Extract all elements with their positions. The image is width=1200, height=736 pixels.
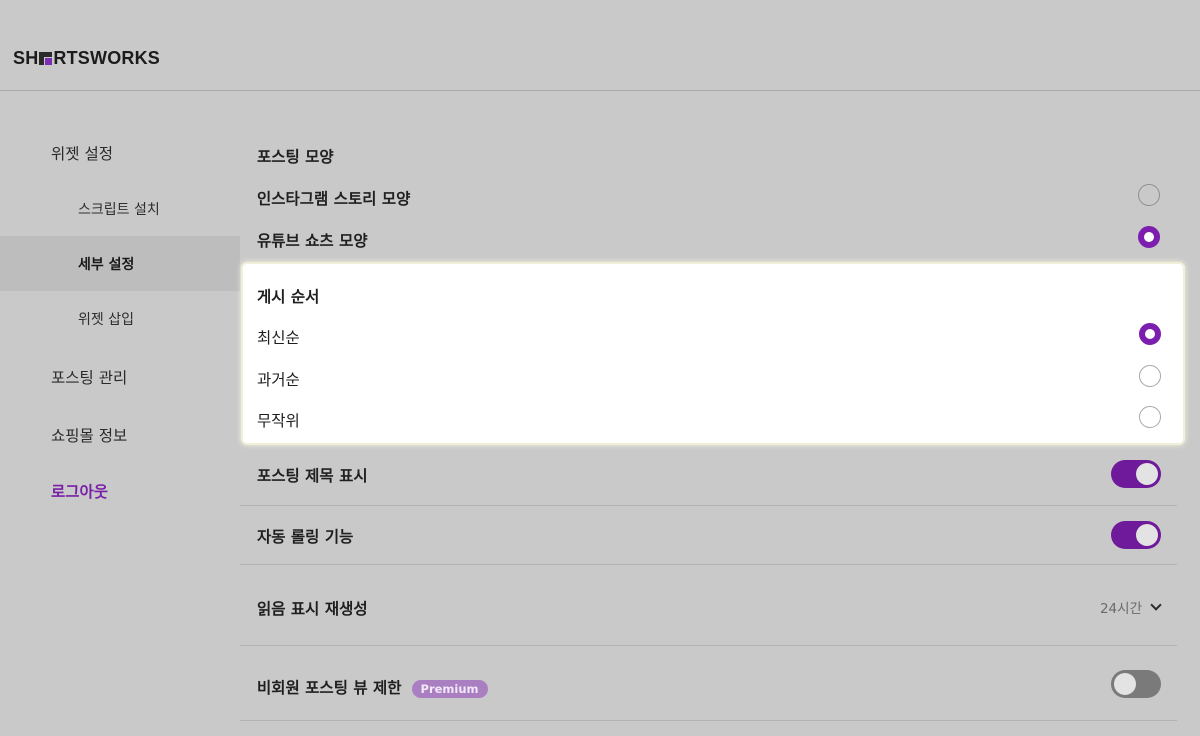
sidebar-item-script-install[interactable]: 스크립트 설치 <box>0 188 240 228</box>
read-regen-dropdown[interactable]: 24시간 <box>1099 597 1162 617</box>
sidebar: 위젯 설정 스크립트 설치 세부 설정 위젯 삽입 포스팅 관리 쇼핑몰 정보 … <box>0 92 240 736</box>
post-order-card: 게시 순서 최신순 과거순 무작위 <box>241 262 1185 445</box>
logo-mark-icon <box>39 52 53 65</box>
sidebar-item-label: 위젯 삽입 <box>78 312 134 328</box>
premium-badge: Premium <box>411 679 488 698</box>
divider <box>240 564 1177 565</box>
divider <box>240 720 1177 721</box>
option-label-newest[interactable]: 최신순 <box>257 326 300 348</box>
label-guest-view-limit: 비회원 포스팅 뷰 제한 Premium <box>257 676 488 698</box>
sidebar-item-widget-settings[interactable]: 위젯 설정 <box>0 130 240 174</box>
sidebar-item-label: 위젯 설정 <box>51 145 113 163</box>
chevron-down-icon <box>1150 599 1162 611</box>
sidebar-item-posting-manage[interactable]: 포스팅 관리 <box>0 354 240 398</box>
divider <box>240 645 1177 646</box>
sidebar-item-logout[interactable]: 로그아웃 <box>0 468 240 512</box>
shortsworks-logo[interactable]: SH RTSWORKS <box>13 48 160 69</box>
logo-text-suffix: RTSWORKS <box>53 48 161 68</box>
toggle-show-posting-title[interactable] <box>1111 460 1161 488</box>
logo-text-prefix: SH <box>13 48 39 68</box>
label-auto-rolling: 자동 롤링 기능 <box>257 528 354 546</box>
option-label-random[interactable]: 무작위 <box>257 409 300 431</box>
radio-youtube-shorts[interactable] <box>1138 226 1160 248</box>
radio-instagram-story[interactable] <box>1138 184 1160 206</box>
label-read-regen: 읽음 표시 재생성 <box>257 600 368 618</box>
sidebar-item-label: 쇼핑몰 정보 <box>51 427 128 445</box>
sidebar-item-shop-info[interactable]: 쇼핑몰 정보 <box>0 412 240 456</box>
toggle-auto-rolling[interactable] <box>1111 521 1161 549</box>
toggle-knob <box>1136 524 1158 546</box>
read-regen-value: 24시간 <box>1099 601 1142 617</box>
sidebar-item-label: 세부 설정 <box>78 257 135 273</box>
section-title-post-order: 게시 순서 <box>257 288 320 306</box>
divider <box>240 505 1177 506</box>
top-header: SH RTSWORKS <box>0 0 1200 91</box>
option-label-oldest[interactable]: 과거순 <box>257 368 300 390</box>
guest-view-limit-text: 비회원 포스팅 뷰 제한 <box>257 679 402 697</box>
radio-oldest[interactable] <box>1139 365 1161 387</box>
radio-newest[interactable] <box>1139 323 1161 345</box>
toggle-knob <box>1114 673 1136 695</box>
toggle-knob <box>1136 463 1158 485</box>
option-label-instagram-story[interactable]: 인스타그램 스토리 모양 <box>257 187 410 209</box>
sidebar-item-label: 로그아웃 <box>51 483 109 501</box>
sidebar-item-detail-settings[interactable]: 세부 설정 <box>0 236 240 291</box>
sidebar-item-widget-insert[interactable]: 위젯 삽입 <box>0 298 240 338</box>
sidebar-item-label: 스크립트 설치 <box>78 202 160 218</box>
label-show-posting-title: 포스팅 제목 표시 <box>257 467 368 485</box>
section-title-posting-shape: 포스팅 모양 <box>257 148 334 166</box>
sidebar-item-label: 포스팅 관리 <box>51 369 128 387</box>
radio-random[interactable] <box>1139 406 1161 428</box>
option-label-youtube-shorts[interactable]: 유튜브 쇼츠 모양 <box>257 229 368 251</box>
toggle-guest-view-limit[interactable] <box>1111 670 1161 698</box>
